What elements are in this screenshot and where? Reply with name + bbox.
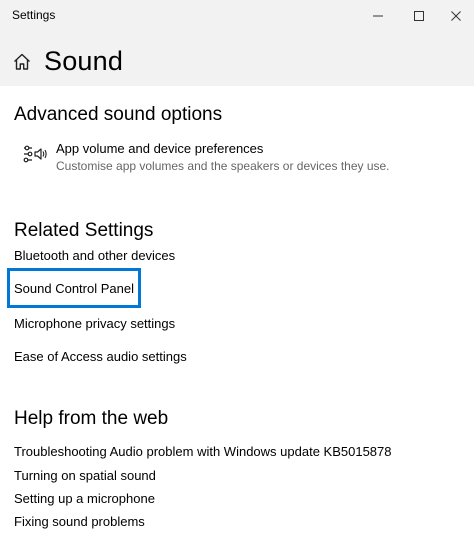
page-title: Sound [44, 46, 124, 76]
window-title: Settings [12, 8, 56, 22]
app-volume-title: App volume and device preferences [56, 141, 264, 156]
help-link-fixing-sound[interactable]: Fixing sound problems [14, 514, 145, 529]
advanced-heading: Advanced sound options [14, 104, 223, 125]
title-bar[interactable]: Settings [0, 0, 474, 32]
minimize-button[interactable] [355, 0, 401, 32]
ease-of-access-audio-link[interactable]: Ease of Access audio settings [14, 349, 187, 364]
sound-control-panel-link[interactable]: Sound Control Panel [14, 281, 134, 296]
maximize-button[interactable] [396, 0, 442, 32]
app-volume-subtitle: Customise app volumes and the speakers o… [56, 159, 390, 173]
window-header-region: Settings Sound [0, 0, 474, 86]
mixer-icon [23, 145, 47, 163]
help-link-spatial-sound[interactable]: Turning on spatial sound [14, 468, 156, 483]
app-volume-preferences-item[interactable]: App volume and device preferences Custom… [14, 141, 454, 177]
help-link-troubleshooting[interactable]: Troubleshooting Audio problem with Windo… [14, 444, 391, 459]
bluetooth-devices-link[interactable]: Bluetooth and other devices [14, 248, 175, 263]
help-link-microphone[interactable]: Setting up a microphone [14, 491, 155, 506]
microphone-privacy-link[interactable]: Microphone privacy settings [14, 316, 175, 331]
close-button[interactable] [437, 0, 474, 32]
minimize-icon [373, 15, 383, 17]
home-icon[interactable] [12, 52, 32, 72]
close-icon [450, 11, 461, 21]
maximize-icon [414, 11, 424, 21]
related-settings-heading: Related Settings [14, 220, 154, 241]
help-heading: Help from the web [14, 408, 169, 429]
